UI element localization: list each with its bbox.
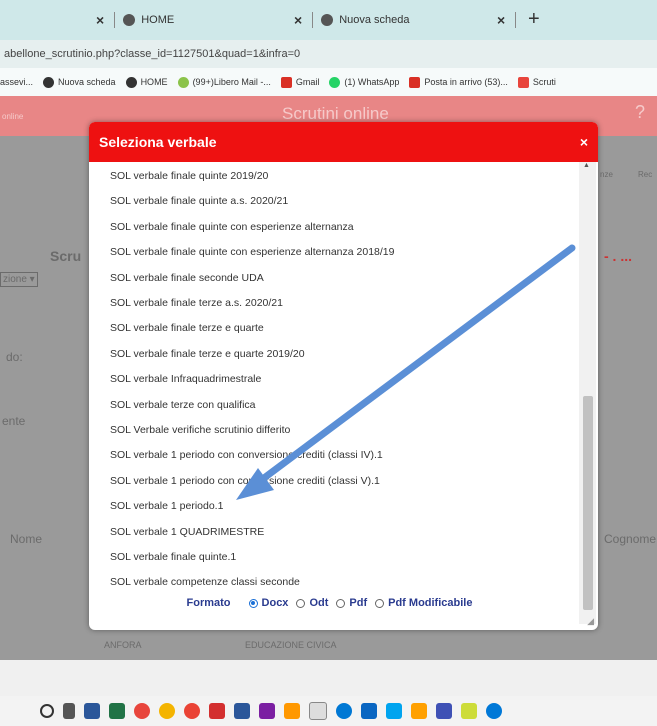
annotation-arrow xyxy=(236,244,576,500)
arrow-shaft xyxy=(252,244,576,488)
